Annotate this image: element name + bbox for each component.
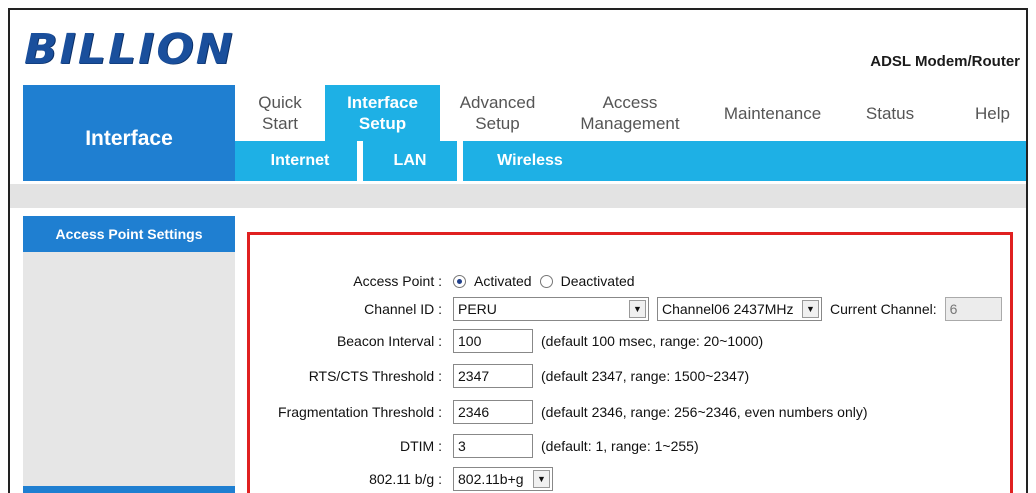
sidebar-item-access-point-settings: Access Point Settings	[23, 216, 235, 252]
mode-select[interactable]: 802.11b+g ▼	[453, 467, 553, 491]
dropdown-arrow-icon: ▼	[629, 300, 646, 318]
sidebar	[23, 216, 235, 493]
beacon-interval-label: Beacon Interval :	[336, 333, 442, 349]
channel-select[interactable]: Channel06 2437MHz ▼	[657, 297, 822, 321]
rts-threshold-input[interactable]: 2347	[453, 364, 533, 388]
sidebar-next-item	[23, 486, 235, 493]
access-point-control: Activated Deactivated	[453, 273, 635, 289]
content-header-bar	[10, 184, 1026, 208]
tab-quick-start[interactable]: Quick Start	[235, 85, 325, 141]
access-point-settings-panel: Access Point : Activated Deactivated Cha…	[247, 232, 1013, 493]
rts-threshold-hint: (default 2347, range: 1500~2347)	[541, 368, 750, 384]
fragmentation-threshold-hint: (default 2346, range: 256~2346, even num…	[541, 404, 868, 420]
channel-control: PERU ▼ Channel06 2437MHz ▼ Current Chann…	[453, 297, 1002, 321]
dropdown-arrow-icon: ▼	[802, 300, 819, 318]
tab-label: Help	[975, 103, 1010, 123]
tab-label: Advanced Setup	[459, 93, 536, 133]
tab-label: Status	[865, 103, 915, 123]
section-title: Interface	[23, 85, 235, 181]
mode-value: 802.11b+g	[458, 471, 524, 487]
tab-label: Maintenance	[723, 103, 822, 123]
fragmentation-row: Fragmentation Threshold : 2346 (default …	[250, 399, 1010, 425]
beacon-interval-input[interactable]: 100	[453, 329, 533, 353]
channel-row: Channel ID : PERU ▼ Channel06 2437MHz ▼ …	[250, 296, 1010, 322]
mode-label: 802.11 b/g :	[369, 471, 442, 487]
rts-threshold-label: RTS/CTS Threshold :	[308, 368, 442, 384]
fragmentation-control: 2346 (default 2346, range: 256~2346, eve…	[453, 400, 868, 424]
beacon-row: Beacon Interval : 100 (default 100 msec,…	[250, 328, 1010, 354]
main-nav: Quick Start Interface Setup Advanced Set…	[235, 85, 1026, 141]
radio-deactivated[interactable]	[539, 274, 553, 288]
subtab-lan[interactable]: LAN	[365, 141, 455, 181]
beacon-control: 100 (default 100 msec, range: 20~1000)	[453, 329, 763, 353]
fragmentation-threshold-label: Fragmentation Threshold :	[278, 404, 442, 420]
mode-row: 802.11 b/g : 802.11b+g ▼	[250, 466, 1010, 492]
subtab-internet[interactable]: Internet	[250, 141, 350, 181]
tab-label: Access Management	[580, 93, 680, 133]
dtim-row: DTIM : 3 (default: 1, range: 1~255)	[250, 433, 1010, 459]
tab-access-management[interactable]: Access Management	[555, 85, 705, 141]
radio-activated-label: Activated	[474, 273, 532, 289]
fragmentation-threshold-input[interactable]: 2346	[453, 400, 533, 424]
billion-logo: BILLION	[24, 25, 235, 74]
sub-nav: Internet LAN Wireless	[235, 141, 1026, 181]
dtim-control: 3 (default: 1, range: 1~255)	[453, 434, 699, 458]
dtim-hint: (default: 1, range: 1~255)	[541, 438, 699, 454]
beacon-interval-hint: (default 100 msec, range: 20~1000)	[541, 333, 764, 349]
country-select[interactable]: PERU ▼	[453, 297, 649, 321]
tab-label: Quick Start	[258, 93, 302, 133]
tab-interface-setup[interactable]: Interface Setup	[325, 85, 440, 141]
mode-control: 802.11b+g ▼	[453, 467, 553, 491]
access-point-label: Access Point :	[353, 273, 442, 289]
subtab-wireless[interactable]: Wireless	[465, 141, 595, 181]
dtim-input[interactable]: 3	[453, 434, 533, 458]
tab-help[interactable]: Help	[955, 85, 1026, 141]
channel-id-label: Channel ID :	[364, 301, 442, 317]
subtab-divider	[357, 141, 363, 181]
dtim-label: DTIM :	[400, 438, 442, 454]
router-admin-window: BILLION ADSL Modem/Router Interface Quic…	[8, 8, 1028, 493]
tab-advanced-setup[interactable]: Advanced Setup	[440, 85, 555, 141]
access-point-row: Access Point : Activated Deactivated	[250, 268, 1010, 294]
dropdown-arrow-icon: ▼	[533, 470, 550, 488]
rts-control: 2347 (default 2347, range: 1500~2347)	[453, 364, 749, 388]
tab-status[interactable]: Status	[840, 85, 940, 141]
product-name: ADSL Modem/Router	[870, 53, 1020, 70]
channel-value: Channel06 2437MHz	[662, 301, 794, 317]
radio-activated[interactable]	[453, 274, 466, 288]
tab-maintenance[interactable]: Maintenance	[705, 85, 840, 141]
radio-deactivated-label: Deactivated	[560, 273, 635, 289]
subtab-divider	[457, 141, 463, 181]
current-channel-label: Current Channel:	[830, 301, 937, 317]
current-channel-field: 6	[944, 297, 1002, 321]
country-value: PERU	[458, 301, 497, 317]
tab-label: Interface Setup	[347, 93, 418, 133]
rts-row: RTS/CTS Threshold : 2347 (default 2347, …	[250, 363, 1010, 389]
